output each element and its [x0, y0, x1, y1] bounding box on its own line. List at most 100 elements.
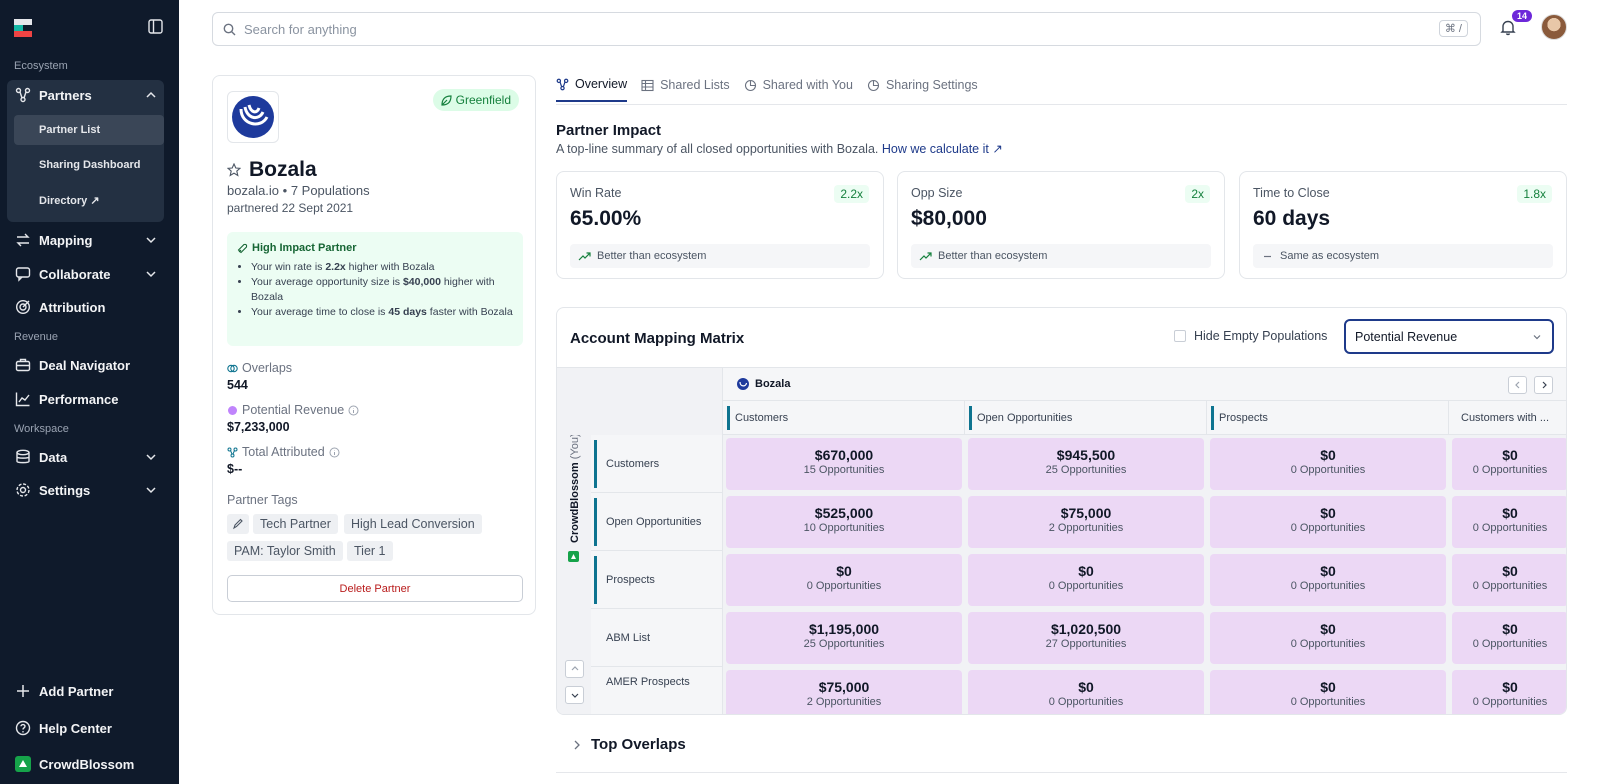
hide-empty-toggle[interactable]: Hide Empty Populations [1174, 329, 1327, 343]
cell-opportunities: 0 Opportunities [806, 580, 882, 592]
matrix-cell[interactable]: $0 0 Opportunities [1452, 496, 1566, 548]
sidebar-item-label: Partners [39, 87, 92, 103]
matrix-cell[interactable]: $0 0 Opportunities [1210, 670, 1446, 714]
app-logo[interactable] [14, 19, 32, 37]
metric-select[interactable]: Potential Revenue [1344, 319, 1554, 354]
impact-highlight: 45 days [388, 306, 427, 318]
star-icon[interactable] [227, 163, 241, 177]
matrix-cell[interactable]: $670,000 15 Opportunities [726, 438, 962, 490]
row-header: Customers [591, 435, 723, 493]
partner-impact-subtitle: A top-line summary of all closed opportu… [556, 141, 1003, 156]
cell-amount: $670,000 [814, 447, 874, 463]
tab-shared-lists[interactable]: Shared Lists [641, 72, 730, 102]
edit-tags-button[interactable] [227, 514, 249, 534]
you-org-name: CrowdBlossom [569, 462, 581, 543]
impact-bullet: Your average opportunity size is $40,000… [251, 275, 513, 305]
matrix-cell[interactable]: $0 0 Opportunities [1452, 554, 1566, 606]
how-we-calculate-link[interactable]: How we calculate it ↗ [882, 142, 1003, 156]
top-overlaps-toggle[interactable]: Top Overlaps [573, 736, 686, 753]
sidebar-item-mapping[interactable]: Mapping [7, 224, 164, 256]
partner-tag[interactable]: PAM: Taylor Smith [227, 541, 343, 561]
sidebar-item-attribution[interactable]: Attribution [7, 291, 164, 323]
partner-tag[interactable]: Tier 1 [347, 541, 393, 561]
search-bar[interactable]: ⌘ / [212, 12, 1481, 46]
tab-label: Sharing Settings [885, 78, 978, 92]
org-switcher[interactable]: CrowdBlossom [7, 749, 164, 779]
sidebar-item-performance[interactable]: Performance [7, 383, 164, 415]
column-header-label: Open Opportunities [977, 411, 1073, 424]
info-icon[interactable] [329, 447, 340, 458]
scroll-right-button[interactable] [1534, 376, 1553, 394]
search-input[interactable] [244, 21, 1344, 37]
matrix-cell[interactable]: $0 0 Opportunities [1452, 438, 1566, 490]
help-center-button[interactable]: Help Center [7, 713, 164, 743]
potential-revenue-value: $7,233,000 [227, 420, 290, 434]
matrix-cell[interactable]: $0 0 Opportunities [1210, 496, 1446, 548]
matrix-cell[interactable]: $0 0 Opportunities [1210, 612, 1446, 664]
matrix-cell[interactable]: $0 0 Opportunities [726, 554, 962, 606]
matrix-cell[interactable]: $525,000 10 Opportunities [726, 496, 962, 548]
metric-card-win-rate: Win Rate 65.00% 2.2x Better than ecosyst… [556, 171, 884, 279]
partners-icon [15, 87, 31, 103]
matrix-cell[interactable]: $0 0 Opportunities [1452, 612, 1566, 664]
metric-label: Opp Size [911, 186, 963, 200]
cell-opportunities: 0 Opportunities [1048, 580, 1124, 592]
column-header: Customers with ... [1449, 401, 1566, 435]
attribution-icon [227, 447, 238, 457]
high-impact-panel: High Impact Partner Your win rate is 2.2… [227, 232, 523, 346]
cell-opportunities: 15 Opportunities [803, 464, 885, 476]
tab-sharing-settings[interactable]: Sharing Settings [867, 72, 978, 102]
sidebar-item-data[interactable]: Data [7, 441, 164, 473]
info-icon[interactable] [348, 405, 359, 416]
matrix-cell[interactable]: $1,020,500 27 Opportunities [968, 612, 1204, 664]
row-header-label: ABM List [606, 631, 651, 644]
sidebar-subitem-partner-list[interactable]: Partner List [14, 115, 164, 145]
partner-tags-title: Partner Tags [227, 493, 298, 507]
dash-icon [1264, 255, 1271, 257]
matrix-cell[interactable]: $945,500 25 Opportunities [968, 438, 1204, 490]
sidebar-item-settings[interactable]: Settings [7, 474, 164, 506]
sidebar-item-deal-navigator[interactable]: Deal Navigator [7, 349, 164, 381]
pie-icon [744, 79, 756, 91]
leaf-icon [441, 94, 452, 106]
tab-overview[interactable]: Overview [556, 72, 628, 102]
avatar[interactable] [1541, 14, 1567, 40]
sidebar-subitem-directory[interactable]: Directory ↗ [14, 185, 164, 215]
sidebar-toggle-icon[interactable] [148, 19, 163, 34]
sidebar-item-collaborate[interactable]: Collaborate [7, 258, 164, 290]
matrix-cell[interactable]: $0 0 Opportunities [1210, 438, 1446, 490]
sidebar-item-label: Collaborate [39, 266, 111, 282]
sidebar-item-partners[interactable]: Partners [7, 79, 164, 111]
cell-amount: $0 [1320, 621, 1336, 637]
scroll-left-button[interactable] [1508, 376, 1527, 394]
matrix-cell[interactable]: $1,195,000 25 Opportunities [726, 612, 962, 664]
metric-multiplier: 2x [1185, 185, 1210, 203]
org-logo-icon [568, 551, 579, 562]
impact-bullet: Your average time to close is 45 days fa… [251, 305, 513, 320]
matrix-title: Account Mapping Matrix [570, 330, 745, 347]
total-attributed-value: $-- [227, 462, 243, 476]
overlaps-label: Overlaps [227, 361, 292, 375]
scroll-up-button[interactable] [565, 660, 584, 678]
matrix-cell[interactable]: $0 0 Opportunities [968, 554, 1204, 606]
partner-logo-icon [737, 378, 749, 390]
hide-empty-checkbox[interactable] [1174, 330, 1186, 342]
matrix-cell[interactable]: $0 0 Opportunities [1210, 554, 1446, 606]
matrix-cell[interactable]: $0 0 Opportunities [1452, 670, 1566, 714]
sidebar-subitem-sharing-dashboard[interactable]: Sharing Dashboard [14, 150, 164, 180]
tab-shared-with-you[interactable]: Shared with You [744, 72, 853, 102]
partner-tag[interactable]: Tech Partner [253, 514, 338, 534]
delete-partner-button[interactable]: Delete Partner [227, 575, 523, 602]
cell-amount: $0 [836, 563, 852, 579]
matrix-cell[interactable]: $75,000 2 Opportunities [726, 670, 962, 714]
scroll-down-button[interactable] [565, 686, 584, 704]
cell-amount: $75,000 [818, 679, 870, 695]
org-name: CrowdBlossom [39, 756, 135, 772]
bell-icon[interactable] [1500, 19, 1516, 36]
partner-tag[interactable]: High Lead Conversion [344, 514, 482, 534]
row-header: Open Opportunities [591, 493, 723, 551]
matrix-cell[interactable]: $0 0 Opportunities [968, 670, 1204, 714]
metric-comparison: Better than ecosystem [911, 244, 1211, 268]
add-partner-button[interactable]: Add Partner [7, 676, 164, 706]
matrix-cell[interactable]: $75,000 2 Opportunities [968, 496, 1204, 548]
